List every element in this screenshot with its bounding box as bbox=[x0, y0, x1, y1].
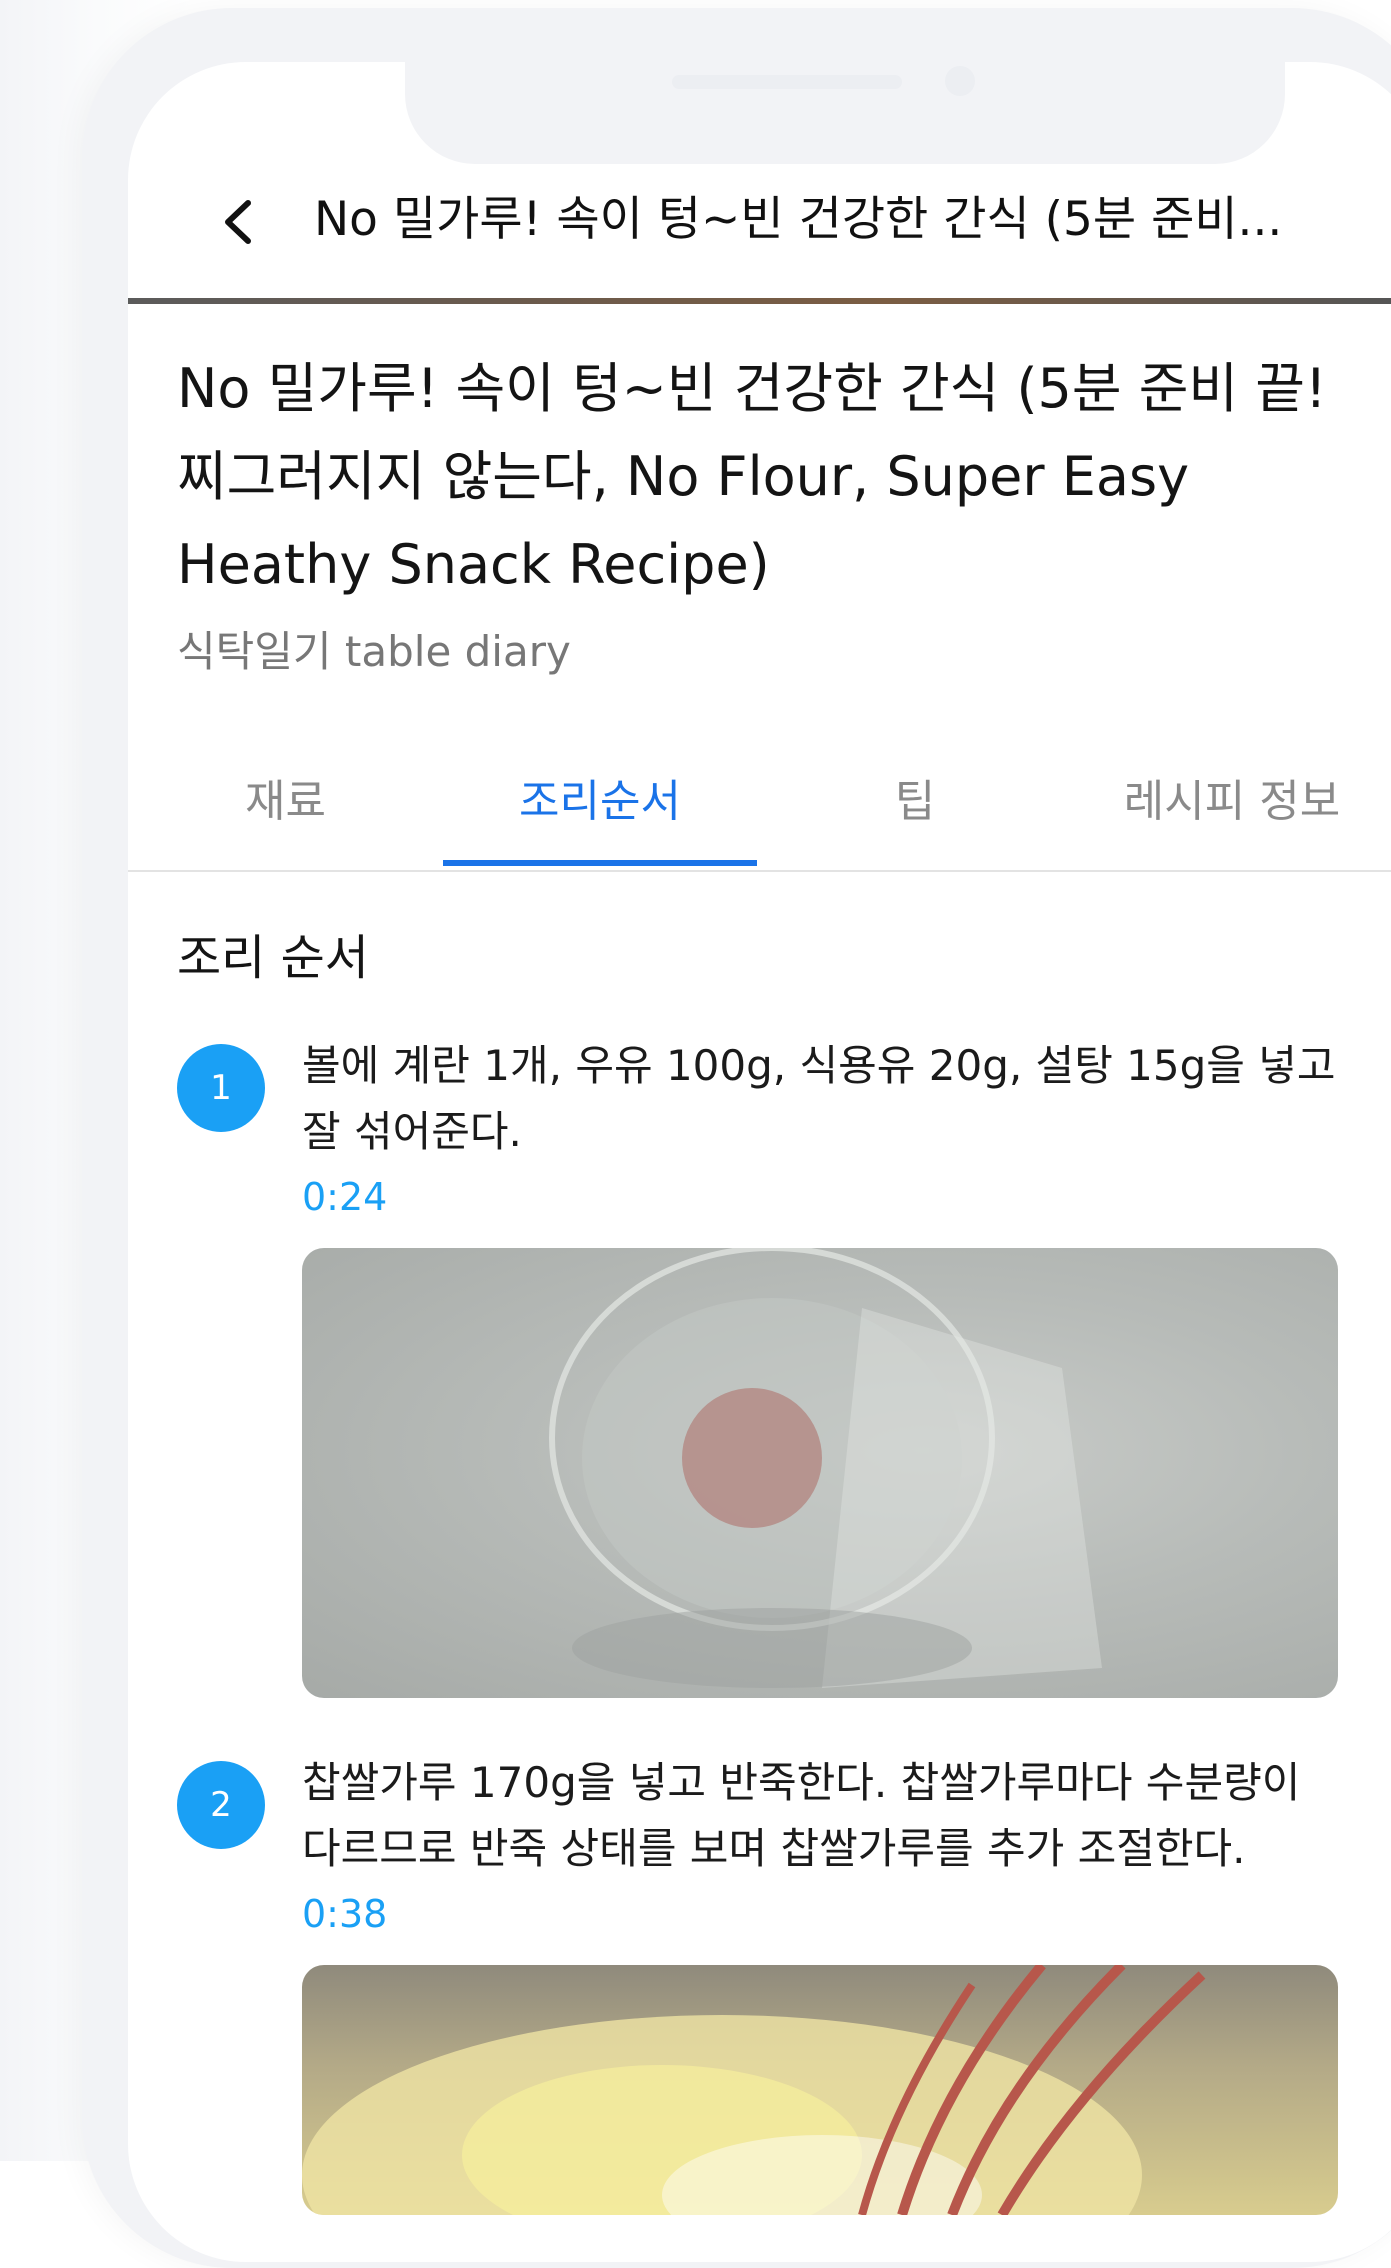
step-description: 볼에 계란 1개, 우유 100g, 식용유 20g, 설탕 15g을 넣고 잘… bbox=[302, 1041, 1336, 1156]
step-timestamp-link[interactable]: 0:38 bbox=[302, 1889, 387, 1939]
tab-steps[interactable]: 조리순서 bbox=[443, 745, 757, 870]
top-app-bar: No 밀가루! 속이 텅~빈 건강한 간식 (5분 준비... bbox=[128, 170, 1391, 300]
phone-notch bbox=[405, 40, 1285, 164]
step-image[interactable] bbox=[302, 1965, 1338, 2215]
step-number-badge: 1 bbox=[177, 1044, 265, 1132]
tab-bar: 재료 조리순서 팁 레시피 정보 bbox=[128, 745, 1391, 872]
notch-camera bbox=[945, 66, 975, 96]
app-bar-title: No 밀가루! 속이 텅~빈 건강한 간식 (5분 준비... bbox=[314, 192, 1283, 247]
tab-recipe-info[interactable]: 레시피 정보 bbox=[1073, 745, 1391, 870]
tab-ingredients[interactable]: 재료 bbox=[128, 745, 443, 870]
step-image[interactable] bbox=[302, 1248, 1338, 1698]
channel-name[interactable]: 식탁일기 table diary bbox=[177, 622, 571, 682]
back-button[interactable] bbox=[208, 192, 268, 252]
bowl-photo bbox=[549, 1248, 1102, 1688]
step-number-badge: 2 bbox=[177, 1761, 265, 1849]
batter-photo bbox=[302, 1965, 1206, 2215]
active-tab-indicator bbox=[443, 860, 757, 866]
step-timestamp-link[interactable]: 0:24 bbox=[302, 1172, 387, 1222]
notch-speaker bbox=[672, 75, 902, 89]
video-progress-divider bbox=[128, 298, 1391, 304]
chevron-left-icon bbox=[225, 200, 251, 244]
tab-tips[interactable]: 팁 bbox=[757, 745, 1073, 870]
step-description: 찹쌀가루 170g을 넣고 반죽한다. 찹쌀가루마다 수분량이 다르므로 반죽 … bbox=[302, 1758, 1301, 1873]
recipe-title: No 밀가루! 속이 텅~빈 건강한 간식 (5분 준비 끝! 찌그러지지 않는… bbox=[177, 357, 1327, 596]
section-title: 조리 순서 bbox=[177, 930, 369, 986]
